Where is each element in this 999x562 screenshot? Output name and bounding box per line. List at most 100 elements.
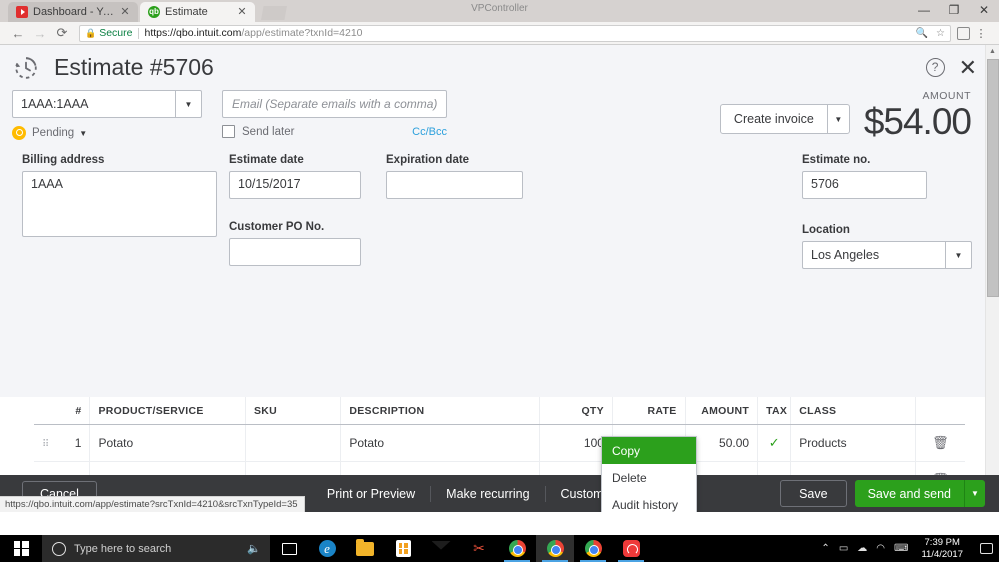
customer-po-input[interactable]	[229, 238, 361, 266]
browser-toolbar: ← → ⟳ 🔒 Secure https://qbo.intuit.com/ap…	[0, 22, 999, 45]
row-number: 1	[56, 424, 91, 462]
new-tab-button[interactable]	[261, 6, 287, 20]
task-view-icon[interactable]	[270, 535, 308, 562]
snipping-tool-icon[interactable]: ✂	[460, 535, 498, 562]
scrollbar-thumb[interactable]	[987, 59, 999, 297]
browser-tab-youtube[interactable]: Dashboard - YouTube ✕	[8, 2, 138, 22]
browser-titlebar: VPController Dashboard - YouTube ✕ qb Es…	[0, 0, 999, 22]
page-scrollbar[interactable]: ▲ ▼	[985, 45, 999, 512]
make-recurring-link[interactable]: Make recurring	[431, 485, 546, 502]
minimize-icon[interactable]: —	[909, 0, 939, 20]
th-drag	[34, 397, 57, 425]
context-menu-item-copy[interactable]: Copy	[602, 437, 696, 464]
row-product[interactable]: Potato	[89, 424, 246, 462]
chevron-down-icon[interactable]: ▼	[826, 105, 849, 133]
row-sku[interactable]	[245, 424, 342, 462]
row-delete-button[interactable]: 🗑	[915, 424, 965, 462]
url-path: /app/estimate?txnId=4210	[241, 27, 363, 39]
extension-icon[interactable]	[957, 26, 970, 40]
location-select[interactable]: Los Angeles ▼	[802, 241, 972, 269]
context-menu-item-delete[interactable]: Delete	[602, 464, 696, 491]
estimate-date-label: Estimate date	[229, 154, 304, 166]
forward-icon[interactable]: →	[29, 23, 51, 43]
amount-value: $54.00	[863, 101, 972, 142]
zoom-icon[interactable]: 🔍	[916, 28, 928, 39]
print-or-preview-link[interactable]: Print or Preview	[312, 485, 432, 502]
microphone-icon[interactable]: 🔈	[247, 542, 261, 555]
trash-icon: 🗑	[932, 435, 949, 450]
close-icon[interactable]: ✕	[959, 56, 977, 78]
close-icon[interactable]: ✕	[235, 5, 249, 19]
onedrive-cloud-icon[interactable]: ☁	[857, 543, 867, 554]
send-later-checkbox[interactable]	[222, 125, 235, 138]
start-button[interactable]	[0, 535, 42, 562]
file-explorer-icon[interactable]	[346, 535, 384, 562]
back-icon[interactable]: ←	[7, 23, 29, 43]
url-host: https://qbo.intuit.com	[144, 27, 242, 39]
table-header-row: # PRODUCT/SERVICE SKU DESCRIPTION QTY RA…	[34, 397, 965, 425]
address-bar[interactable]: 🔒 Secure https://qbo.intuit.com/app/esti…	[79, 24, 951, 42]
status-row[interactable]: Pending ▼	[12, 126, 222, 140]
th-product: PRODUCT/SERVICE	[89, 397, 246, 425]
row-drag-handle[interactable]: ⠿	[34, 424, 57, 462]
maximize-icon[interactable]: ❐	[939, 0, 969, 20]
context-menu-item-audit-history[interactable]: Audit history	[602, 491, 696, 512]
email-input[interactable]: Email (Separate emails with a comma)	[222, 90, 447, 118]
email-column: Email (Separate emails with a comma) Sen…	[222, 90, 512, 142]
save-and-send-button[interactable]: Save and send ▼	[854, 480, 985, 507]
th-actions	[915, 397, 965, 425]
cc-bcc-link[interactable]: Cc/Bcc	[412, 126, 447, 138]
create-invoice-label: Create invoice	[733, 112, 814, 126]
window-controls: — ❐ ✕	[909, 0, 999, 22]
bookmark-star-icon[interactable]: ☆	[936, 28, 945, 39]
th-num: #	[56, 397, 91, 425]
email-options-row: Send later Cc/Bcc	[222, 125, 447, 138]
chevron-down-icon[interactable]: ▼	[964, 480, 985, 507]
row-description[interactable]: Potato	[340, 424, 541, 462]
expiration-date-input[interactable]	[386, 171, 523, 199]
chrome-icon-2[interactable]	[536, 535, 574, 562]
browser-tab-estimate[interactable]: qb Estimate ✕	[140, 2, 255, 22]
history-clock-icon[interactable]	[12, 54, 40, 82]
chevron-down-icon[interactable]: ▼	[79, 129, 87, 138]
tab-title: Dashboard - YouTube	[33, 6, 118, 18]
estimate-header: Estimate #5706 ? ✕	[0, 45, 999, 90]
tray-chevron-icon[interactable]: ⌃	[821, 543, 829, 554]
row-context-menu: Copy Delete Audit history	[601, 436, 697, 512]
action-center-icon[interactable]	[980, 543, 993, 554]
create-invoice-button[interactable]: Create invoice ▼	[719, 104, 850, 134]
location-label: Location	[802, 224, 850, 236]
chrome-menu-icon[interactable]: ⋮	[970, 23, 992, 43]
chrome-icon-3[interactable]	[574, 535, 612, 562]
vivaldi-icon[interactable]	[612, 535, 650, 562]
chrome-icon[interactable]	[498, 535, 536, 562]
close-icon[interactable]: ✕	[118, 5, 132, 19]
keyboard-icon[interactable]: ⌨	[894, 543, 908, 554]
taskbar-search[interactable]: Type here to search 🔈	[42, 535, 270, 562]
scroll-up-icon[interactable]: ▲	[986, 45, 999, 58]
edge-icon[interactable]: e	[308, 535, 346, 562]
row-class[interactable]: Products	[790, 424, 916, 462]
wifi-icon[interactable]: ◠	[876, 543, 885, 554]
mail-icon[interactable]	[422, 535, 460, 562]
estimate-date-input[interactable]: 10/15/2017	[229, 171, 361, 199]
chevron-down-icon[interactable]: ▼	[175, 91, 201, 117]
taskbar-clock[interactable]: 7:39 PM 11/4/2017	[921, 537, 963, 561]
microsoft-store-icon[interactable]	[384, 535, 422, 562]
billing-address-textarea[interactable]: 1AAA	[22, 171, 217, 237]
windows-taskbar: Type here to search 🔈 e ✂ ⌃ ▭ ☁ ◠ ⌨ 7:39…	[0, 535, 999, 562]
close-window-icon[interactable]: ✕	[969, 0, 999, 20]
customer-po-label: Customer PO No.	[229, 221, 325, 233]
save-button[interactable]: Save	[780, 480, 847, 507]
row-tax[interactable]: ✓	[757, 424, 792, 462]
clock-time: 7:39 PM	[924, 536, 960, 548]
table-row[interactable]: ⠿ 1 Potato Potato 100 50.00 ✓ Products 🗑	[34, 424, 965, 462]
battery-icon[interactable]: ▭	[839, 543, 848, 554]
help-icon[interactable]: ?	[925, 58, 945, 77]
estimate-top-section: 1AAA:1AAA ▼ Pending ▼ Email (Separate em…	[0, 90, 999, 142]
reload-icon[interactable]: ⟳	[51, 23, 73, 43]
customer-select[interactable]: 1AAA:1AAA ▼	[12, 90, 202, 118]
estimate-no-input[interactable]: 5706	[802, 171, 927, 199]
tab-title: Estimate	[165, 6, 208, 18]
chevron-down-icon[interactable]: ▼	[945, 242, 971, 268]
